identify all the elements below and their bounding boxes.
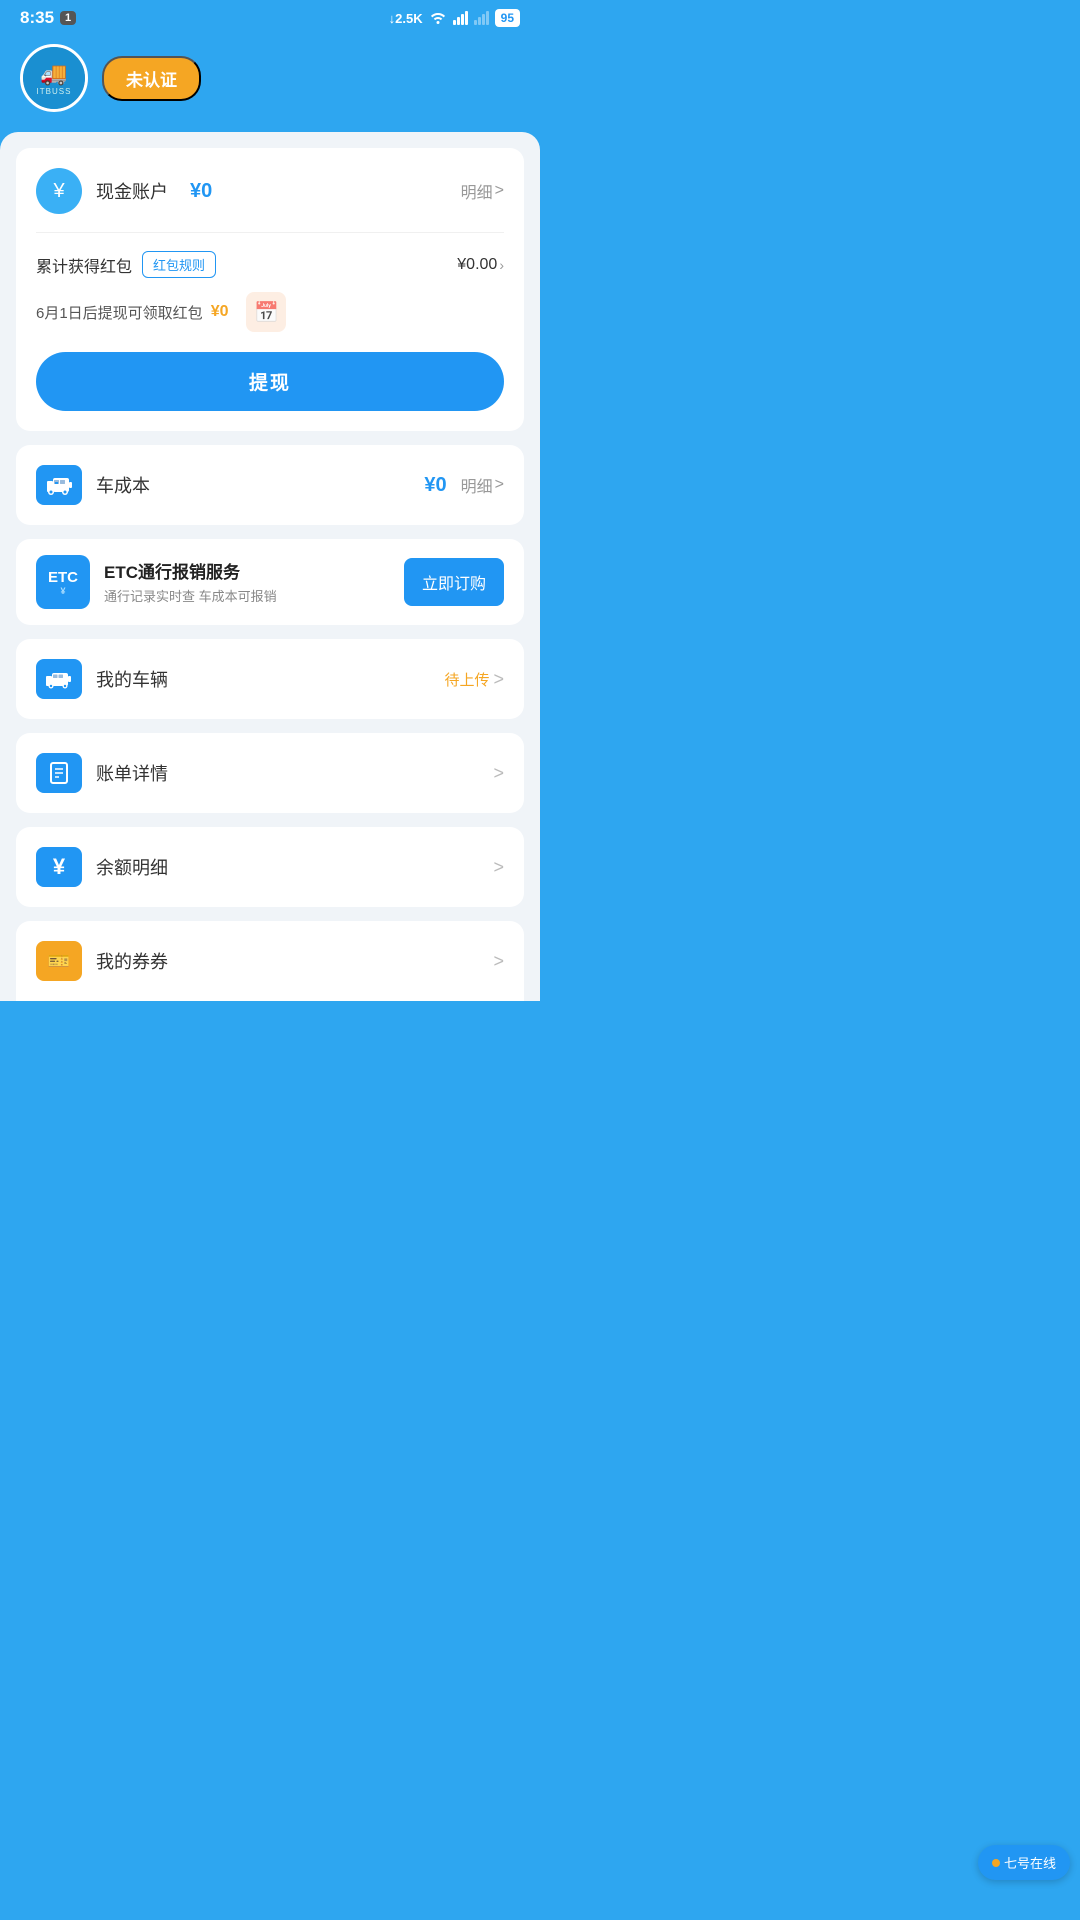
etc-buy-button[interactable]: 立即订购 [404, 558, 504, 606]
redpack-chevron: › [499, 257, 504, 273]
vehicles-chevron: > [493, 669, 504, 690]
etc-desc: 通行记录实时查 车成本可报销 [104, 587, 390, 607]
balance-icon: ¥ [36, 847, 82, 887]
balance-chevron: > [493, 857, 504, 878]
notification-badge: 1 [60, 11, 76, 25]
coupons-label: 我的券券 [96, 948, 479, 974]
vehicles-label: 我的车辆 [96, 666, 430, 692]
etc-title: ETC通行报销服务 [104, 558, 390, 583]
redpack-label: 累计获得红包 [36, 253, 132, 277]
menu-item-vehicles[interactable]: 我的车辆 待上传 > [16, 639, 524, 719]
etc-inner: ETC ¥ ETC通行报销服务 通行记录实时查 车成本可报销 立即订购 [16, 539, 524, 625]
menu-item-balance[interactable]: ¥ 余额明细 > [16, 827, 524, 907]
june-amount: ¥0 [211, 303, 229, 321]
car-cost-row: 车成本 ¥0 明细 > [36, 465, 504, 505]
header: 🚚 ITBUSS 未认证 [0, 34, 540, 132]
menu-row-balance: ¥ 余额明细 > [36, 847, 504, 887]
billing-icon [36, 753, 82, 793]
menu-row-vehicles: 我的车辆 待上传 > [36, 659, 504, 699]
june-row: 6月1日后提现可领取红包 ¥0 📅 [36, 292, 504, 332]
june-note: 6月1日后提现可领取红包 [36, 302, 203, 323]
withdraw-button[interactable]: 提现 [36, 352, 504, 411]
menu-item-coupons[interactable]: 🎫 我的券券 > [16, 921, 524, 1001]
coupons-chevron: > [493, 951, 504, 972]
car-cost-amount: ¥0 [424, 474, 446, 497]
cash-icon: ¥ [36, 168, 82, 214]
car-cost-detail-link[interactable]: 明细 > [461, 473, 504, 497]
menu-item-billing[interactable]: 账单详情 > [16, 733, 524, 813]
redpack-amount[interactable]: ¥0.00 › [457, 256, 504, 274]
coupons-icon: 🎫 [36, 941, 82, 981]
app-logo[interactable]: 🚚 ITBUSS [20, 44, 88, 112]
redpack-rule-button[interactable]: 红包规则 [142, 251, 216, 278]
car-cost-icon [36, 465, 82, 505]
vehicles-status: 待上传 [444, 669, 489, 690]
billing-chevron: > [493, 763, 504, 784]
float-support-button[interactable]: 七号在线 [978, 1845, 1070, 1880]
main-content: ¥ 现金账户 ¥0 明细 > 累计获得红包 红包规则 ¥0.00 › 6月1日后… [0, 132, 540, 1001]
signal-icon-2 [474, 11, 489, 25]
coupons-right: > [493, 951, 504, 972]
billing-label: 账单详情 [96, 760, 479, 786]
etc-card: ETC ¥ ETC通行报销服务 通行记录实时查 车成本可报销 立即订购 [16, 539, 524, 625]
redpack-row: 累计获得红包 红包规则 ¥0.00 › [36, 251, 504, 278]
cash-row: ¥ 现金账户 ¥0 明细 > [36, 168, 504, 233]
status-right: ↓2.5K 95 [389, 9, 520, 27]
signal-icon [453, 11, 468, 25]
etc-icon: ETC ¥ [36, 555, 90, 609]
car-cost-card: 车成本 ¥0 明细 > [16, 445, 524, 525]
cash-label: 现金账户 [96, 178, 168, 204]
vehicles-icon [36, 659, 82, 699]
cert-button[interactable]: 未认证 [102, 56, 201, 101]
float-dot [992, 1859, 1000, 1867]
balance-right: > [493, 857, 504, 878]
car-cost-label: 车成本 [96, 472, 402, 498]
network-speed: ↓2.5K [389, 11, 423, 26]
cash-account-card: ¥ 现金账户 ¥0 明细 > 累计获得红包 红包规则 ¥0.00 › 6月1日后… [16, 148, 524, 431]
calendar-icon: 📅 [246, 292, 286, 332]
etc-info: ETC通行报销服务 通行记录实时查 车成本可报销 [104, 558, 390, 607]
menu-row-billing: 账单详情 > [36, 753, 504, 793]
battery-indicator: 95 [495, 9, 520, 27]
status-left: 8:35 1 [20, 8, 76, 28]
billing-right: > [493, 763, 504, 784]
wifi-icon [429, 10, 447, 27]
vehicles-right: 待上传 > [444, 669, 504, 690]
cash-detail-link[interactable]: 明细 > [461, 179, 504, 203]
float-label: 七号在线 [1004, 1853, 1056, 1872]
status-bar: 8:35 1 ↓2.5K 95 [0, 0, 540, 34]
balance-label: 余额明细 [96, 854, 479, 880]
cash-amount: ¥0 [190, 180, 212, 203]
menu-row-coupons: 🎫 我的券券 > [36, 941, 504, 981]
status-time: 8:35 [20, 8, 54, 28]
